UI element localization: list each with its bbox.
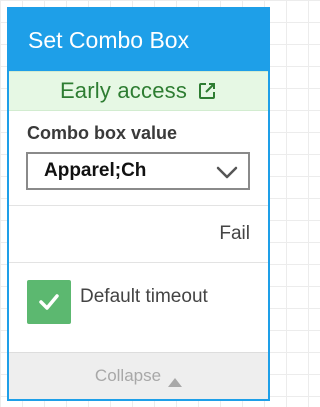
default-timeout-row: Default timeout	[9, 263, 268, 341]
fail-row[interactable]: Fail	[9, 206, 268, 262]
early-access-label: Early access	[59, 78, 188, 103]
collapse-button[interactable]: Collapse	[9, 352, 268, 399]
default-timeout-label: Default timeout	[80, 286, 208, 307]
combo-box-value-label: Combo box value	[27, 123, 178, 143]
combo-box-value-select[interactable]: Apparel;Ch	[26, 152, 250, 190]
chevron-down-icon	[216, 164, 238, 179]
fail-label: Fail	[219, 223, 250, 244]
default-timeout-checkbox[interactable]	[27, 280, 71, 324]
external-link-icon	[197, 81, 217, 101]
triangle-up-icon	[168, 372, 183, 387]
collapse-label: Collapse	[94, 366, 162, 385]
card-title: Set Combo Box	[28, 26, 190, 53]
combo-box-value-text: Apparel;Ch	[44, 160, 147, 181]
set-combo-box-card: Set Combo Box Early access Combo box val…	[7, 7, 270, 401]
early-access-banner[interactable]: Early access	[9, 71, 268, 111]
card-header[interactable]: Set Combo Box	[9, 9, 268, 71]
checkmark-icon	[39, 294, 59, 310]
